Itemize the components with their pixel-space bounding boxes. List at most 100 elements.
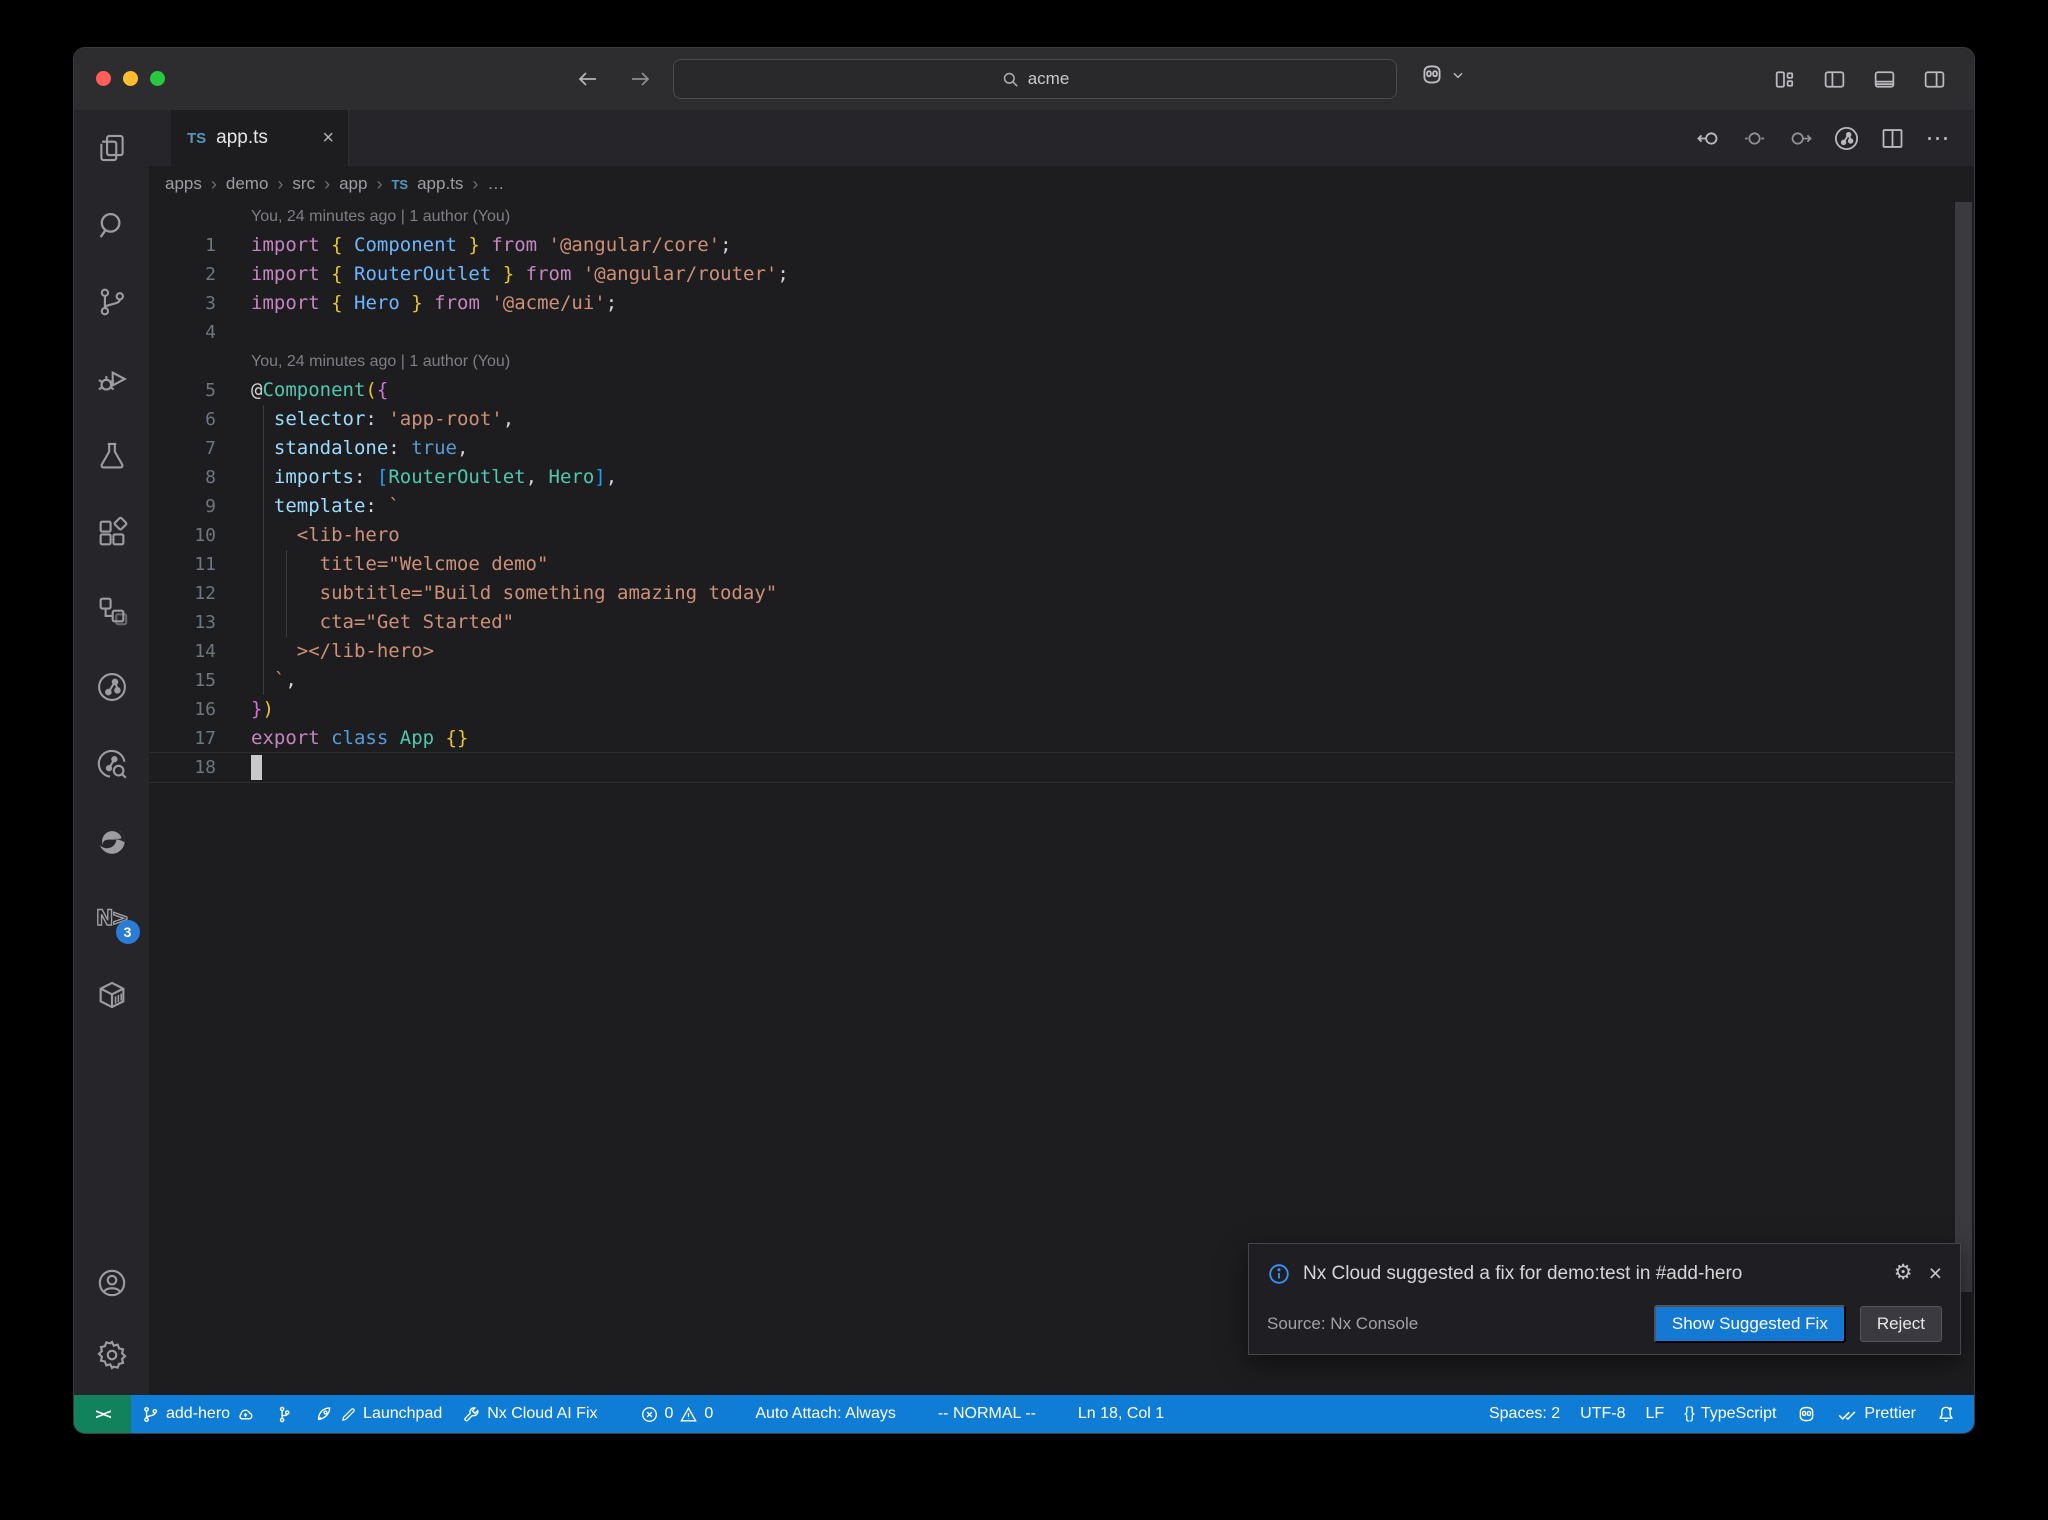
toggle-secondary-sidebar-button[interactable] <box>1918 63 1950 95</box>
notification-close-icon[interactable]: × <box>1929 1260 1942 1287</box>
show-suggested-fix-button[interactable]: Show Suggested Fix <box>1653 1305 1846 1343</box>
code-line[interactable]: 14 ></lib-hero> <box>149 637 1954 666</box>
copilot-status[interactable] <box>1786 1395 1827 1433</box>
edge-tools-view-button[interactable] <box>88 817 136 865</box>
testing-view-button[interactable] <box>88 432 136 480</box>
code-line[interactable]: 9 template: ` <box>149 492 1954 521</box>
code-line[interactable]: 18 <box>149 753 1954 782</box>
container-view-button[interactable] <box>88 971 136 1019</box>
line-number: 12 <box>194 583 216 604</box>
reject-button[interactable]: Reject <box>1859 1306 1942 1342</box>
run-debug-view-button[interactable] <box>88 355 136 403</box>
copilot-account-button[interactable] <box>1419 62 1465 88</box>
breadcrumb-item[interactable]: demo <box>226 174 269 194</box>
encoding-status[interactable]: UTF-8 <box>1570 1395 1635 1433</box>
search-value: acme <box>1027 69 1070 88</box>
git-graph-status[interactable] <box>265 1395 304 1433</box>
nx-cloud-fix-status[interactable]: Nx Cloud AI Fix <box>452 1395 607 1433</box>
code-line[interactable]: 15 `, <box>149 666 1954 695</box>
arrow-left-icon <box>578 72 596 86</box>
vim-mode-status[interactable]: -- NORMAL -- <box>928 1395 1046 1433</box>
nx-cloud-view-button[interactable] <box>88 663 136 711</box>
sidebar-left-icon <box>1824 70 1844 88</box>
line-number: 8 <box>205 467 216 488</box>
launchpad-status[interactable]: Launchpad <box>304 1395 452 1433</box>
typescript-file-icon: TS <box>391 176 409 192</box>
accounts-button[interactable] <box>88 1259 136 1307</box>
tab-app-ts[interactable]: TS app.ts × <box>171 110 349 166</box>
breadcrumb-symbol-tail[interactable]: … <box>487 174 504 194</box>
extensions-icon <box>99 516 127 546</box>
toggle-primary-sidebar-button[interactable] <box>1818 63 1850 95</box>
language-mode-status[interactable]: {} TypeScript <box>1674 1395 1786 1433</box>
toggle-panel-button[interactable] <box>1868 63 1900 95</box>
close-window-button[interactable] <box>96 71 111 86</box>
circle-graph-search-icon <box>97 749 127 779</box>
line-number: 10 <box>194 525 216 546</box>
nx-console-view-button[interactable]: N> 3 <box>88 894 140 944</box>
nx-graph-circle-icon <box>1834 126 1858 150</box>
breadcrumb: apps › demo › src › app › TS app.ts › … <box>149 166 1974 202</box>
gitlens-forward-button[interactable] <box>1784 122 1816 154</box>
problems-status[interactable]: 0 0 <box>630 1395 724 1433</box>
code-line[interactable]: 2 import { RouterOutlet } from '@angular/… <box>149 260 1954 289</box>
code-line[interactable]: 6 selector: 'app-root', <box>149 405 1954 434</box>
breadcrumb-item[interactable]: apps <box>165 174 202 194</box>
prettier-status[interactable]: Prettier <box>1827 1395 1926 1433</box>
cursor-position-status[interactable]: Ln 18, Col 1 <box>1068 1395 1174 1433</box>
info-icon <box>1269 1263 1289 1284</box>
code-line[interactable]: 16}) <box>149 695 1954 724</box>
history-back-button[interactable] <box>572 63 604 95</box>
code-line[interactable]: 5 @Component({ <box>149 376 1954 405</box>
code-line[interactable]: 11 title="Welcmoe demo" <box>149 550 1954 579</box>
code-line[interactable]: 7 standalone: true, <box>149 434 1954 463</box>
history-forward-button[interactable] <box>624 63 656 95</box>
blame-annotation: You, 24 minutes ago | 1 author (You) <box>251 353 511 370</box>
launchpad-label: Launchpad <box>363 1405 443 1422</box>
gitlens-back-button[interactable] <box>1692 122 1724 154</box>
search-icon <box>99 212 120 238</box>
dependency-view-button[interactable] <box>88 586 136 634</box>
source-control-view-button[interactable] <box>88 278 136 326</box>
notification-settings-gear-icon[interactable]: ⚙ <box>1894 1260 1913 1287</box>
breadcrumb-file[interactable]: app.ts <box>417 174 463 194</box>
warning-count: 0 <box>704 1405 714 1422</box>
remote-indicator[interactable]: >< <box>74 1395 131 1433</box>
code-line[interactable]: 10 <lib-hero <box>149 521 1954 550</box>
more-actions-button[interactable]: ⋯ <box>1922 122 1954 154</box>
auto-attach-status[interactable]: Auto Attach: Always <box>745 1395 906 1433</box>
line-number: 9 <box>205 496 216 517</box>
breadcrumb-item[interactable]: src <box>292 174 315 194</box>
explorer-view-button[interactable] <box>88 124 136 172</box>
tab-close-button[interactable]: × <box>322 127 334 150</box>
code-line[interactable]: 4 <box>149 318 1954 347</box>
notifications-bell-button[interactable] <box>1926 1395 1966 1433</box>
code-line[interactable]: 13 cta="Get Started" <box>149 608 1954 637</box>
split-editor-button[interactable] <box>1876 122 1908 154</box>
line-number: 7 <box>205 438 216 459</box>
maximize-window-button[interactable] <box>150 71 165 86</box>
git-branch-status[interactable]: add-hero <box>131 1395 265 1433</box>
code-line[interactable]: 8 imports: [RouterOutlet, Hero], <box>149 463 1954 492</box>
eol-status[interactable]: LF <box>1635 1395 1674 1433</box>
nx-graph-button[interactable] <box>1830 122 1862 154</box>
editor-scrollbar[interactable] <box>1955 202 1972 1292</box>
code-line[interactable]: 1 import { Component } from '@angular/cor… <box>149 231 1954 260</box>
extensions-view-button[interactable] <box>88 509 136 557</box>
tab-bar: TS app.ts × ⋯ <box>149 110 1974 166</box>
code-lines: You, 24 minutes ago | 1 author (You) 1 imp… <box>149 202 1954 782</box>
nx-badge: 3 <box>115 920 140 944</box>
search-view-button[interactable] <box>88 201 136 249</box>
command-center-search[interactable]: acme <box>673 59 1397 99</box>
customize-layout-button[interactable] <box>1768 63 1800 95</box>
breadcrumb-item[interactable]: app <box>339 174 367 194</box>
settings-button[interactable] <box>88 1331 136 1379</box>
nx-graph-search-view-button[interactable] <box>88 740 136 788</box>
code-line[interactable]: 3 import { Hero } from '@acme/ui'; <box>149 289 1954 318</box>
code-line[interactable]: 17 export class App {} <box>149 724 1954 753</box>
notification-source: Source: Nx Console <box>1267 1314 1419 1333</box>
indentation-status[interactable]: Spaces: 2 <box>1479 1395 1570 1433</box>
gitlens-current-button[interactable] <box>1738 122 1770 154</box>
minimize-window-button[interactable] <box>123 71 138 86</box>
code-line[interactable]: 12 subtitle="Build something amazing tod… <box>149 579 1954 608</box>
